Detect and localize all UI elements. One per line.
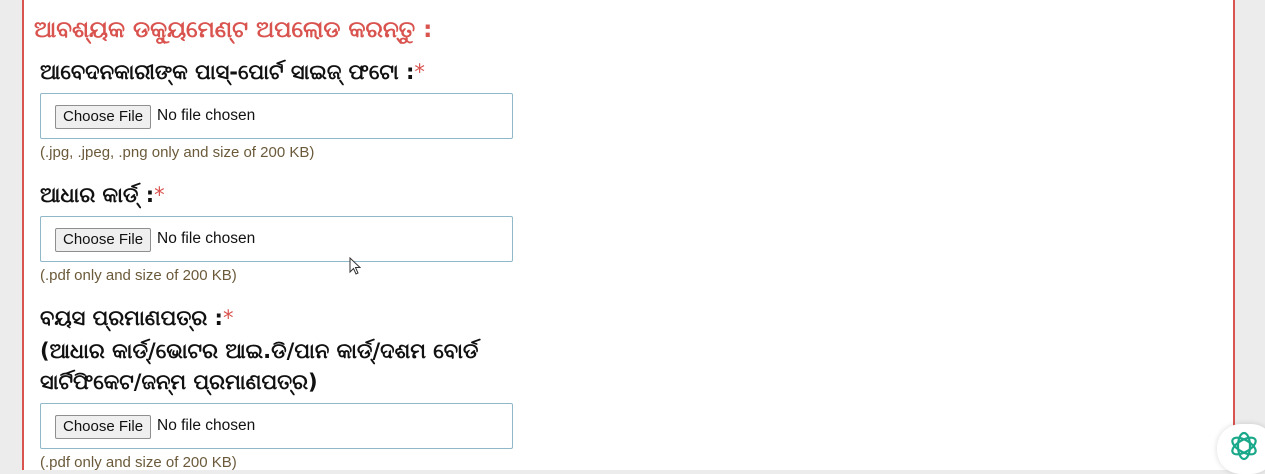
photo-file-input[interactable]: Choose File No file chosen [40,93,513,139]
age-proof-file-status: No file chosen [157,417,256,434]
required-mark: * [154,183,165,207]
age-proof-file-hint: (.pdf only and size of 200 KB) [40,454,237,471]
aadhaar-choose-file-button[interactable]: Choose File [55,228,152,252]
required-mark: * [414,60,425,84]
aadhaar-file-hint: (.pdf only and size of 200 KB) [40,267,237,284]
section-title: ଆବଶ୍ୟକ ଡକ୍ୟୁମେଣ୍ଟ ଅପଲୋଡ କରନ୍ତୁ : [34,17,433,43]
upload-panel: ଆବଶ୍ୟକ ଡକ୍ୟୁମେଣ୍ଟ ଅପଲୋଡ କରନ୍ତୁ : ଆବେଦନକା… [22,0,1235,471]
photo-choose-file-button[interactable]: Choose File [55,105,152,129]
aadhaar-label-text: ଆଧାର କାର୍ଡ୍ : [40,183,155,207]
required-mark: * [222,306,234,330]
assistant-fab-button[interactable] [1217,424,1265,474]
age-proof-choose-file-button[interactable]: Choose File [55,415,152,439]
aadhaar-field-label: ଆଧାର କାର୍ଡ୍ :* [40,179,165,211]
photo-field-label: ଆବେଦନକାରୀଙ୍କ ପାସ୍-ପୋର୍ଟ ସାଇଜ୍ ଫଟୋ :* [40,56,425,88]
photo-file-hint: (.jpg, .jpeg, .png only and size of 200 … [40,144,315,161]
age-proof-sublabel-line2: ସାର୍ଟିଫିକେଟ/ଜନ୍ମ ପ୍ରମାଣପତ୍ର) [40,370,318,394]
photo-file-status: No file chosen [157,107,256,124]
age-proof-label-text: ବୟସ ପ୍ରମାଣପତ୍ର : [40,306,223,330]
age-proof-field-label: ବୟସ ପ୍ରମାଣପତ୍ର :* [40,302,233,334]
age-proof-sublabel-line1: (ଆଧାର କାର୍ଡ୍/ଭୋଟର ଆଇ.ଡି/ପାନ କାର୍ଡ୍/ଦଶମ ବ… [40,339,479,363]
age-proof-file-input[interactable]: Choose File No file chosen [40,403,513,449]
aadhaar-file-input[interactable]: Choose File No file chosen [40,216,513,262]
aadhaar-file-status: No file chosen [157,230,256,247]
mouse-pointer-icon [349,257,362,275]
openai-logo-icon [1231,431,1257,461]
photo-label-text: ଆବେଦନକାରୀଙ୍କ ପାସ୍-ପୋର୍ଟ ସାଇଜ୍ ଫଟୋ : [40,60,415,84]
